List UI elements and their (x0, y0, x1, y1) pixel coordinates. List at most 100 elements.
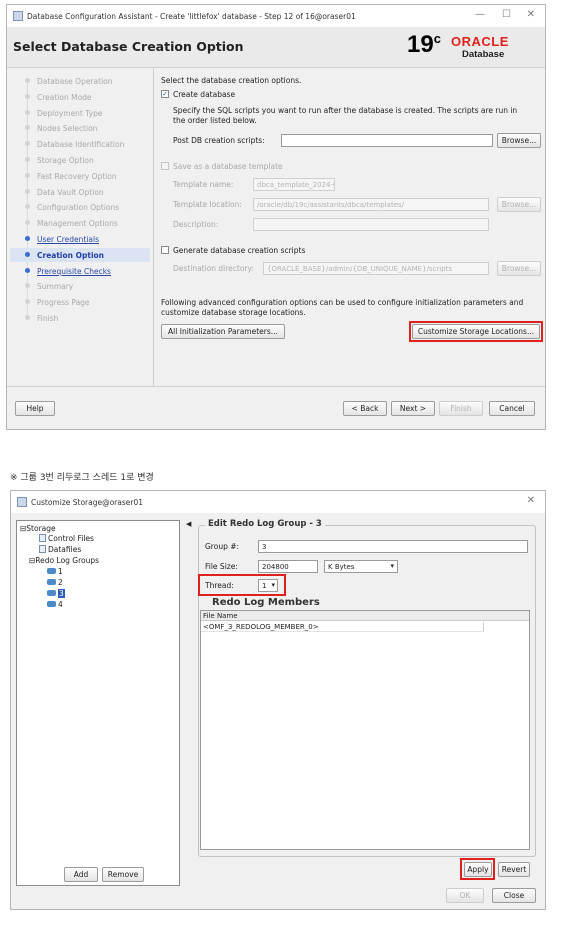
description-label: Description: (173, 220, 219, 229)
redo-log-icon (47, 590, 56, 596)
dbca-window: Database Configuration Assistant - Creat… (6, 4, 546, 430)
step-item: Configuration Options (37, 203, 120, 213)
advanced-options-line2: customize database storage locations. (161, 308, 306, 317)
generate-scripts-label: Generate database creation scripts (173, 246, 306, 255)
step-indicator-icon (25, 236, 30, 241)
step-indicator-icon (25, 220, 30, 226)
chevron-down-icon: ▾ (390, 562, 394, 570)
help-button[interactable]: Help (15, 401, 55, 416)
save-template-checkbox[interactable] (161, 162, 169, 170)
cancel-button[interactable]: Cancel (489, 401, 535, 416)
step-indicator-icon (25, 267, 30, 273)
template-location-label: Template location: (173, 200, 242, 209)
tree-node-storage[interactable]: ⊟Storage (20, 524, 56, 533)
step-indicator-icon (25, 299, 30, 305)
redo-log-icon (47, 568, 56, 574)
annotation-note: ※ 그룹 3번 리두로그 스레드 1로 변경 (10, 473, 154, 483)
step-indicator-icon (25, 172, 30, 178)
step-indicator-icon (25, 93, 30, 99)
maximize-button[interactable]: ☐ (502, 9, 511, 20)
steps-sidebar: Database Operation Creation Mode Deploymen… (7, 68, 154, 387)
post-scripts-input[interactable] (281, 134, 493, 147)
step-item: Summary (37, 282, 74, 292)
version-number: 19c (407, 31, 441, 58)
collapse-splitter-icon[interactable]: ◀ (186, 520, 191, 528)
step-item: Fast Recovery Option (37, 171, 117, 181)
destination-directory-label: Destination directory: (173, 264, 254, 273)
step-indicator-icon (25, 125, 30, 131)
browse-destination-button[interactable]: Browse... (497, 261, 541, 276)
creation-options-panel: Select the database creation options. ✓ … (157, 68, 545, 387)
tree-node-group-4[interactable]: 4 (47, 600, 63, 609)
step-item: Creation Mode (37, 92, 92, 102)
step-item[interactable]: User Credentials (37, 235, 99, 244)
app-icon (17, 497, 27, 507)
template-location-input[interactable]: /oracle/db/19c/assistants/dbca/templates… (253, 198, 489, 211)
close-storage-window-button[interactable]: ✕ (527, 495, 535, 506)
finish-button[interactable]: Finish (439, 401, 483, 416)
remove-button[interactable]: Remove (102, 867, 144, 882)
group-number-input[interactable]: 3 (258, 540, 528, 553)
page-title: Select Database Creation Option (13, 39, 244, 54)
product-name: Database (462, 49, 505, 60)
redo-log-icon (47, 579, 56, 585)
step-item[interactable]: Prerequisite Checks (37, 267, 111, 276)
highlight-box (409, 321, 543, 342)
oracle-logo: 19c ORACLE Database (407, 31, 537, 63)
file-icon (39, 534, 46, 542)
file-size-label: File Size: (205, 562, 238, 571)
members-table: File Name <OMF_3_REDOLOG_MEMBER_0> (200, 610, 530, 850)
tree-node-group-3[interactable]: 3 (47, 589, 65, 598)
tree-node-datafiles[interactable]: Datafiles (39, 545, 81, 554)
redo-log-members-title: Redo Log Members (210, 597, 322, 608)
step-indicator-icon (25, 283, 30, 289)
step-item: Data Vault Option (37, 187, 104, 197)
step-indicator-icon (25, 315, 30, 320)
step-indicator-icon (25, 141, 30, 147)
create-database-checkbox[interactable]: ✓ (161, 90, 169, 98)
intro-text: Select the database creation options. (161, 76, 302, 85)
template-name-input[interactable]: dbca_template_2024-06-07_01-43-5 (253, 178, 335, 191)
all-initialization-parameters-button[interactable]: All Initialization Parameters... (161, 324, 285, 339)
storage-tree: ⊟Storage Control Files Datafiles ⊟Redo L… (16, 520, 180, 886)
table-row[interactable]: <OMF_3_REDOLOG_MEMBER_0> (201, 622, 484, 632)
template-name-label: Template name: (173, 180, 234, 189)
browse-template-button[interactable]: Browse... (497, 197, 541, 212)
step-item: Progress Page (37, 298, 90, 308)
tree-node-control-files[interactable]: Control Files (39, 534, 94, 543)
file-icon (39, 545, 46, 553)
ok-button[interactable]: OK (446, 888, 484, 903)
add-button[interactable]: Add (64, 867, 98, 882)
step-item: Deployment Type (37, 108, 103, 118)
dbca-button-bar: Help < Back Next > Finish Cancel (7, 386, 545, 429)
description-input[interactable] (253, 218, 489, 231)
step-item: Database Identification (37, 140, 125, 150)
step-indicator-icon (25, 204, 30, 210)
tree-node-group-1[interactable]: 1 (47, 567, 63, 576)
app-icon (13, 11, 23, 21)
next-button[interactable]: Next > (391, 401, 435, 416)
scripts-description-line2: the order listed below. (173, 116, 257, 125)
file-name-header: File Name (201, 611, 529, 621)
tree-node-redo-log-groups[interactable]: ⊟Redo Log Groups (29, 556, 99, 565)
close-button[interactable]: Close (492, 888, 536, 903)
generate-scripts-checkbox[interactable] (161, 246, 169, 254)
advanced-options-line1: Following advanced configuration options… (161, 298, 524, 307)
tree-node-group-2[interactable]: 2 (47, 578, 63, 587)
step-indicator-icon (25, 78, 30, 83)
storage-window-title: Customize Storage@oraser01 (31, 497, 144, 507)
file-size-input[interactable]: 204800 (258, 560, 318, 573)
destination-directory-input[interactable]: {ORACLE_BASE}/admin/{DB_UNIQUE_NAME}/scr… (263, 262, 489, 275)
step-indicator-icon (25, 157, 30, 162)
file-size-unit-select[interactable]: K Bytes ▾ (324, 560, 398, 573)
close-window-button[interactable]: ✕ (527, 9, 535, 20)
post-scripts-label: Post DB creation scripts: (173, 136, 265, 145)
revert-button[interactable]: Revert (498, 862, 530, 877)
minimize-button[interactable]: — (475, 9, 485, 20)
storage-titlebar: Customize Storage@oraser01 ✕ (11, 491, 545, 513)
dbca-titlebar: Database Configuration Assistant - Creat… (7, 5, 545, 27)
back-button[interactable]: < Back (343, 401, 387, 416)
save-template-label: Save as a database template (173, 162, 283, 171)
browse-scripts-button[interactable]: Browse... (497, 133, 541, 148)
create-database-label: Create database (173, 90, 236, 99)
